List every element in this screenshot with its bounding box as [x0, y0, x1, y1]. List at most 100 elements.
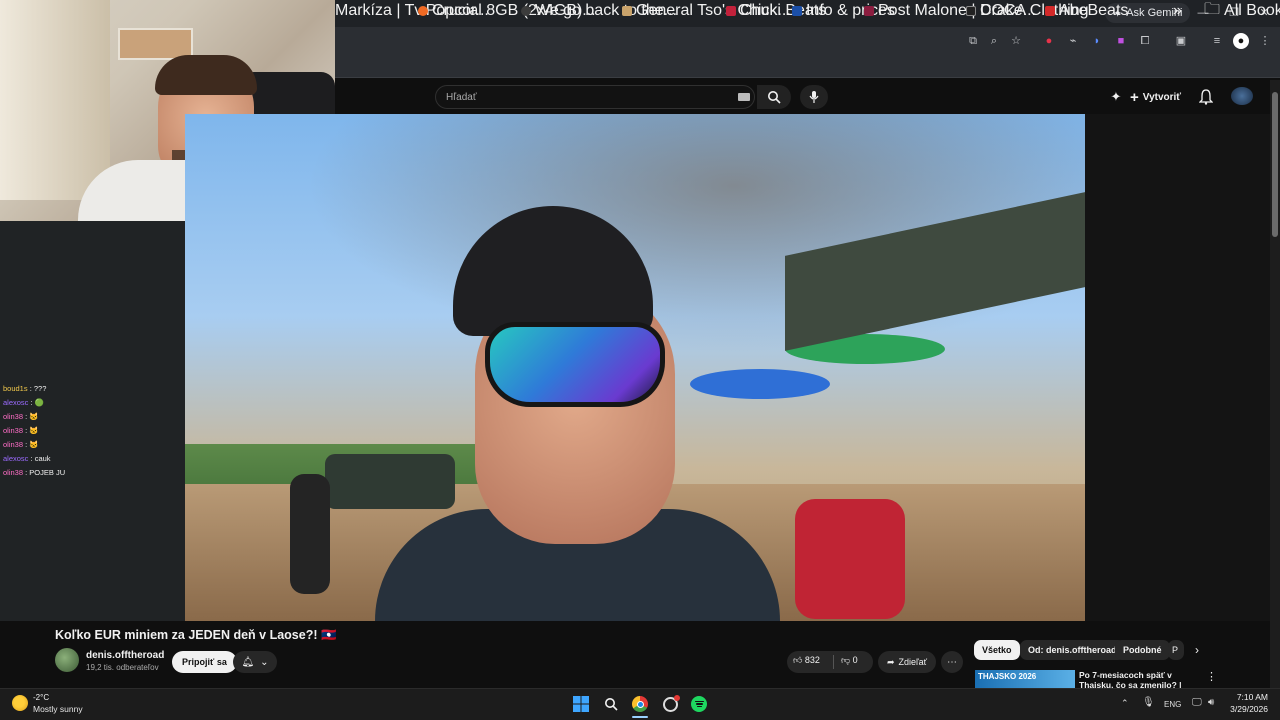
- keyboard-icon[interactable]: [738, 93, 750, 101]
- search-input[interactable]: Hľadať: [435, 85, 755, 109]
- extension-icon[interactable]: ◗: [1089, 33, 1105, 49]
- extension-record-icon[interactable]: ●: [1041, 33, 1057, 49]
- folder-icon: 🗀: [1204, 0, 1221, 18]
- chip-more[interactable]: P: [1168, 640, 1184, 660]
- dislike-button[interactable]: 👎︎ 0: [841, 655, 858, 666]
- chat-message: olin38 : 🐱: [3, 424, 183, 438]
- side-panel-icon[interactable]: ▣: [1173, 33, 1189, 49]
- chip-label: Podobné: [1123, 645, 1162, 655]
- thumbnail-text: THAJSKO 2026: [978, 672, 1037, 681]
- chat-message: alexosc : 🟢: [3, 396, 183, 410]
- sun-icon[interactable]: [12, 695, 28, 711]
- chip-label: Všetko: [982, 645, 1012, 655]
- like-count: 832: [804, 655, 820, 665]
- divider: [833, 655, 834, 669]
- extension-icon[interactable]: ⌁: [1065, 33, 1081, 49]
- chat-messages: boud1s : ??? alexosc : 🟢 olin38 : 🐱 olin38 …: [3, 382, 183, 480]
- install-app-icon[interactable]: ⧉: [965, 33, 981, 49]
- voice-search-button[interactable]: [800, 85, 828, 109]
- join-button[interactable]: Pripojiť sa: [172, 651, 237, 673]
- reading-list-icon[interactable]: ≡: [1209, 33, 1225, 49]
- chat-text: 🐱: [29, 426, 39, 435]
- obs-icon[interactable]: [661, 694, 680, 713]
- chat-username[interactable]: olin38: [3, 468, 23, 477]
- chip-from-channel[interactable]: Od: denis.offtheroad: [1020, 640, 1125, 660]
- chat-message: olin38 : POJEB JU: [3, 466, 183, 480]
- recommended-thumbnail[interactable]: THAJSKO 2026: [975, 670, 1075, 688]
- chat-username[interactable]: alexosc: [3, 398, 28, 407]
- scrollbar-thumb[interactable]: [1272, 92, 1278, 237]
- chrome-icon[interactable]: [631, 695, 649, 713]
- chat-username[interactable]: alexosc: [3, 454, 28, 463]
- bookmark-item[interactable]: AbeBeats: [1045, 2, 1129, 19]
- join-label: Pripojiť sa: [182, 657, 227, 667]
- zoom-icon[interactable]: ⌕: [986, 33, 1002, 49]
- channel-name[interactable]: denis.offtheroad: [86, 650, 164, 661]
- more-actions-button[interactable]: ⋯: [941, 651, 963, 673]
- like-button[interactable]: 👍︎ 832: [793, 655, 820, 666]
- chat-text: POJEB JU: [29, 468, 66, 477]
- chat-message: alexosc : cauk: [3, 452, 183, 466]
- bookmark-favicon-icon: [864, 6, 874, 16]
- chat-text: ???: [33, 384, 47, 393]
- chat-text: 🟢: [34, 398, 45, 407]
- thumbs-up-icon: 👍︎: [793, 655, 803, 665]
- channel-avatar[interactable]: [55, 648, 79, 672]
- notifications-bell-icon[interactable]: [1198, 89, 1215, 105]
- like-dislike-group: 👍︎ 832 👎︎ 0: [787, 651, 873, 673]
- weather-temperature[interactable]: -2°C: [33, 693, 49, 702]
- weather-description[interactable]: Mostly sunny: [33, 704, 83, 714]
- bookmark-star-icon[interactable]: ☆: [1008, 33, 1024, 49]
- share-button[interactable]: ➦ Zdieľať: [878, 651, 936, 673]
- clock-time[interactable]: 7:10 AM: [1236, 692, 1268, 702]
- microphone-icon[interactable]: 🎙︎: [1142, 697, 1155, 708]
- extension-icon[interactable]: ■: [1113, 33, 1129, 49]
- chip-all[interactable]: Všetko: [974, 640, 1020, 660]
- extensions-puzzle-icon[interactable]: ⧠: [1137, 33, 1153, 49]
- chat-text: 🐱: [29, 412, 39, 421]
- gemini-sparkle-icon[interactable]: ✦: [1108, 89, 1124, 105]
- more-bookmarks-chevron-icon[interactable]: »: [1173, 2, 1182, 19]
- bookmark-favicon-icon: [792, 6, 802, 16]
- dislike-count: 0: [852, 655, 858, 665]
- all-bookmarks-label: All Bookmarks: [1224, 2, 1280, 19]
- chat-message: olin38 : 🐱: [3, 410, 183, 424]
- video-player[interactable]: [185, 114, 1085, 621]
- chat-username[interactable]: olin38: [3, 440, 23, 449]
- bookmark-favicon-icon: [418, 6, 428, 16]
- taskbar-search-icon[interactable]: [602, 695, 620, 713]
- recommended-menu-icon[interactable]: ⋮: [1206, 670, 1217, 683]
- thumbs-down-icon: 👎︎: [841, 655, 851, 665]
- profile-avatar[interactable]: ●: [1233, 33, 1249, 49]
- network-icon[interactable]: 🖵︎: [1192, 697, 1202, 708]
- bookmark-favicon-icon: [966, 6, 976, 16]
- chat-username[interactable]: boud1s: [3, 384, 28, 393]
- volume-icon[interactable]: 🔊︎: [1208, 697, 1214, 708]
- spotify-icon[interactable]: [690, 695, 708, 713]
- chat-username[interactable]: olin38: [3, 426, 23, 435]
- create-button[interactable]: + Vytvoriť: [1130, 87, 1181, 107]
- streamer-hair: [155, 55, 257, 95]
- pickup-truck: [325, 454, 455, 509]
- subscription-bell-button[interactable]: 🔔︎ ⌄: [233, 651, 277, 673]
- bookmark-label: AbeBeats: [1059, 2, 1129, 19]
- chip-label: P: [1172, 645, 1179, 655]
- subscriber-count: 19,2 tis. odberateľov: [86, 663, 159, 672]
- chip-related[interactable]: Podobné: [1115, 640, 1170, 660]
- more-dots-icon: ⋯: [947, 656, 957, 668]
- chat-message: boud1s : ???: [3, 382, 183, 396]
- language-indicator[interactable]: ENG: [1164, 700, 1181, 709]
- chat-username[interactable]: olin38: [3, 412, 23, 421]
- account-avatar[interactable]: [1231, 87, 1253, 105]
- clock-date[interactable]: 3/29/2026: [1226, 704, 1268, 714]
- windows-start-icon[interactable]: [572, 695, 590, 713]
- browser-menu-icon[interactable]: ⋮: [1257, 33, 1273, 49]
- chevron-right-icon[interactable]: ›: [1195, 643, 1199, 657]
- vlogger-sunglasses: [485, 322, 665, 407]
- all-bookmarks-button[interactable]: 🗀All Bookmarks: [1204, 1, 1280, 20]
- recommended-title[interactable]: Po 7-mesiacoch späť v Thajsku, čo sa zme…: [1079, 670, 1204, 688]
- search-button[interactable]: [757, 85, 791, 109]
- show-hidden-icons-chevron-icon[interactable]: ⌃: [1121, 698, 1129, 709]
- share-arrow-icon: ➦: [886, 656, 895, 667]
- plus-icon: +: [1130, 88, 1139, 106]
